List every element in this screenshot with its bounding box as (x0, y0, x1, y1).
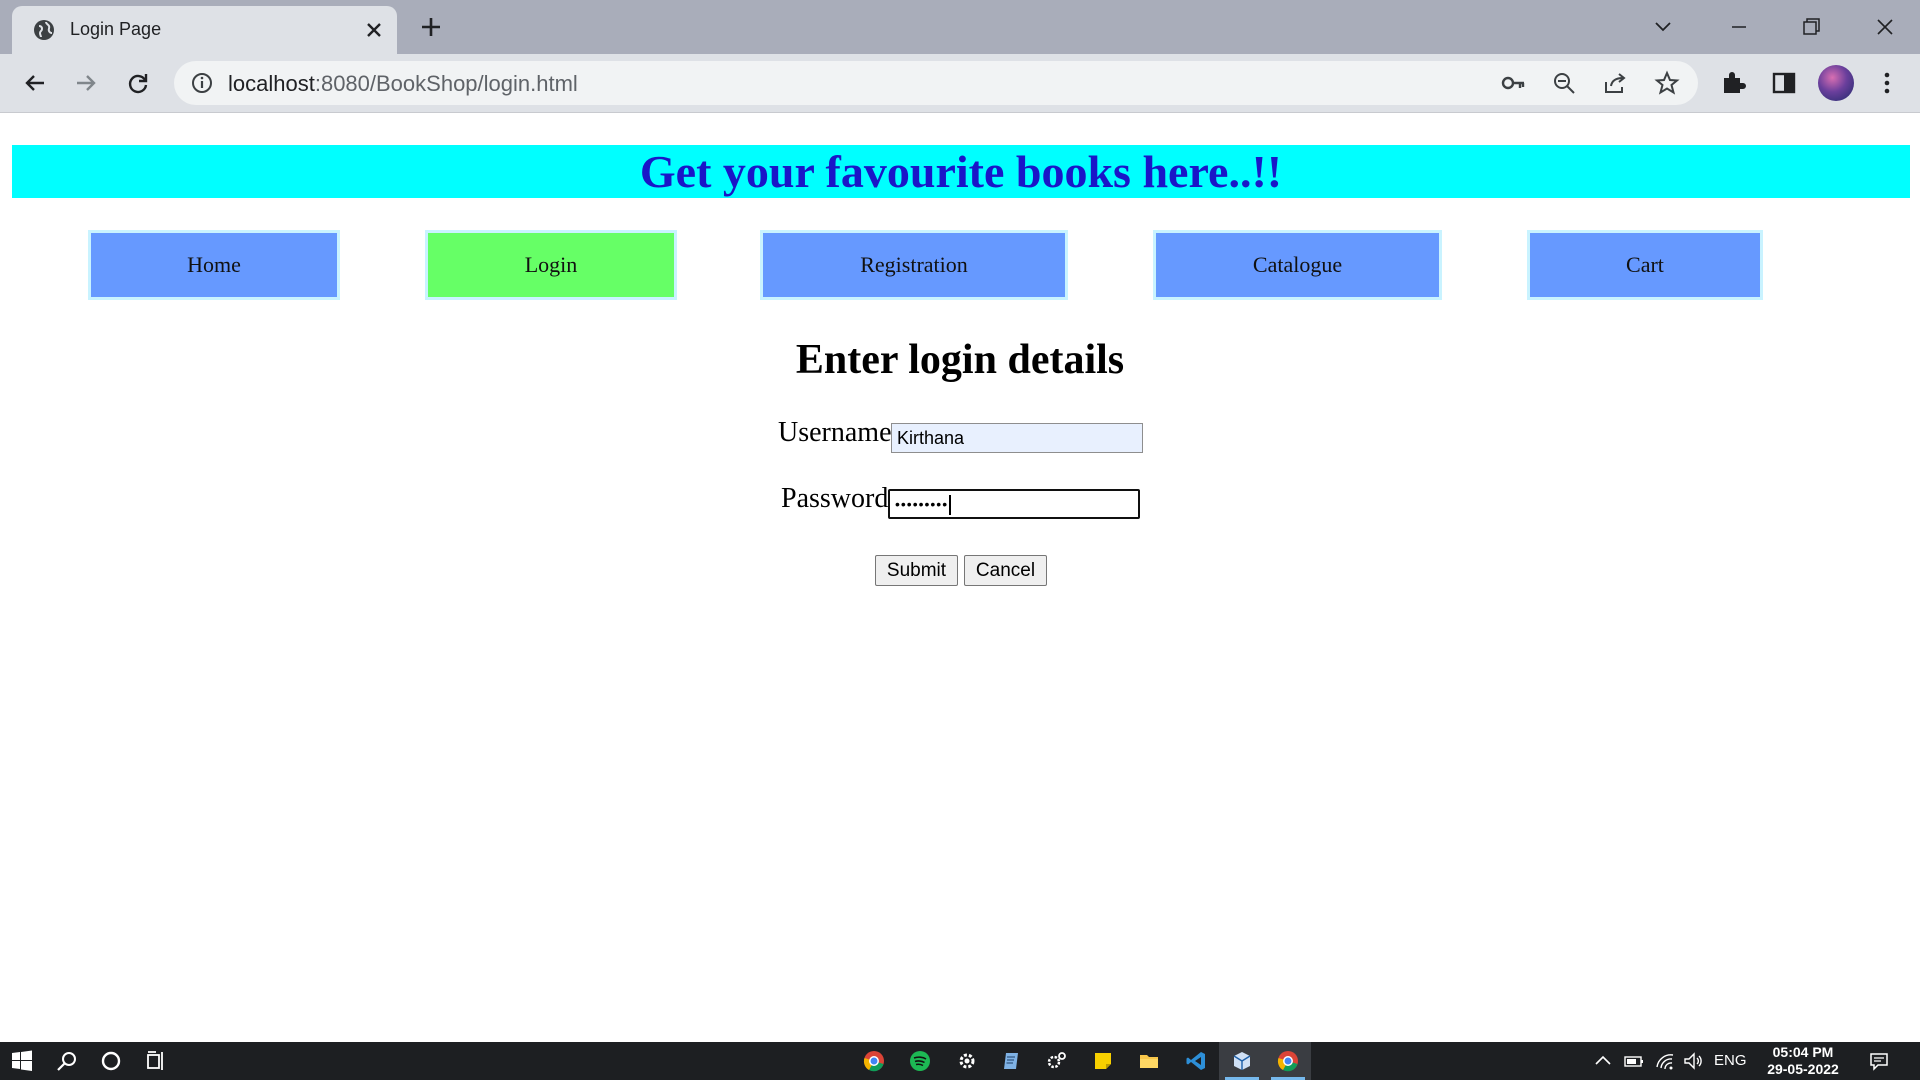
toolbar-divider (0, 112, 1920, 113)
extensions-icon[interactable] (1718, 68, 1748, 98)
nav-home-button[interactable]: Home (88, 230, 340, 300)
tab-title: Login Page (70, 19, 162, 39)
back-icon[interactable] (20, 68, 50, 98)
menu-icon[interactable] (1872, 68, 1902, 98)
url-text[interactable]: localhost:8080/BookShop/login.html (228, 71, 578, 97)
chevron-down-icon[interactable] (1648, 12, 1678, 42)
url-path: :8080/BookShop/login.html (314, 71, 578, 96)
submit-button[interactable]: Submit (875, 555, 958, 586)
plus-icon[interactable] (418, 14, 444, 40)
notepad-icon[interactable] (1001, 1050, 1023, 1072)
clock-time: 05:04 PM (1772, 1044, 1834, 1060)
browser-toolbar: localhost:8080/BookShop/login.html (0, 54, 1920, 112)
cancel-button[interactable]: Cancel (964, 555, 1047, 586)
password-field[interactable]: ••••••••• (888, 489, 1140, 519)
info-icon[interactable] (190, 71, 214, 95)
minimize-icon[interactable] (1724, 12, 1754, 42)
key-icon[interactable] (1500, 70, 1526, 96)
chrome-icon[interactable] (1277, 1050, 1299, 1072)
nav-registration-button[interactable]: Registration (760, 230, 1068, 300)
nav-cart-button[interactable]: Cart (1527, 230, 1763, 300)
window-close-icon[interactable] (1870, 12, 1900, 42)
share-icon[interactable] (1602, 70, 1628, 96)
password-mask: ••••••••• (895, 496, 949, 512)
browser-tabstrip: Login Page (0, 0, 1920, 54)
address-bar[interactable]: localhost:8080/BookShop/login.html (174, 61, 1698, 105)
password-label: Password (781, 483, 889, 514)
tab-login-page[interactable]: Login Page (12, 6, 397, 54)
chevron-up-icon[interactable] (1592, 1050, 1614, 1072)
cortana-icon[interactable] (100, 1050, 122, 1072)
star-icon[interactable] (1654, 70, 1680, 96)
avatar[interactable] (1818, 65, 1854, 101)
nav-catalogue-button[interactable]: Catalogue (1153, 230, 1442, 300)
username-label: Username (778, 417, 892, 448)
windows-start-icon[interactable] (11, 1050, 33, 1072)
system-clock[interactable]: 05:04 PM 29-05-2022 (1758, 1044, 1848, 1078)
virtualbox-icon[interactable] (1231, 1050, 1253, 1072)
close-icon[interactable] (362, 18, 386, 42)
language-indicator[interactable]: ENG (1714, 1052, 1747, 1069)
search-icon[interactable] (56, 1050, 78, 1072)
reload-icon[interactable] (123, 68, 153, 98)
battery-icon[interactable] (1623, 1050, 1645, 1072)
control-panel-icon[interactable] (1046, 1050, 1068, 1072)
volume-icon[interactable] (1682, 1050, 1704, 1072)
settings-icon[interactable] (956, 1050, 978, 1072)
nav-login-button[interactable]: Login (425, 230, 677, 300)
globe-icon (34, 20, 54, 40)
task-view-icon[interactable] (145, 1050, 167, 1072)
forward-icon[interactable] (71, 68, 101, 98)
network-icon[interactable] (1654, 1050, 1676, 1072)
sticky-notes-icon[interactable] (1092, 1050, 1114, 1072)
text-caret (949, 495, 952, 516)
page-banner: Get your favourite books here..!! (12, 145, 1910, 198)
restore-icon[interactable] (1796, 12, 1826, 42)
file-explorer-icon[interactable] (1138, 1050, 1160, 1072)
clock-date: 29-05-2022 (1767, 1061, 1839, 1077)
spotify-icon[interactable] (909, 1050, 931, 1072)
username-field[interactable] (891, 423, 1143, 453)
url-host: localhost (228, 71, 315, 96)
chrome-icon[interactable] (863, 1050, 885, 1072)
vscode-icon[interactable] (1185, 1050, 1207, 1072)
zoom-out-icon[interactable] (1551, 70, 1577, 96)
notification-icon[interactable] (1868, 1050, 1890, 1072)
page-title: Enter login details (795, 337, 1125, 383)
side-panel-icon[interactable] (1769, 68, 1799, 98)
windows-taskbar: ENG 05:04 PM 29-05-2022 (0, 1042, 1920, 1080)
